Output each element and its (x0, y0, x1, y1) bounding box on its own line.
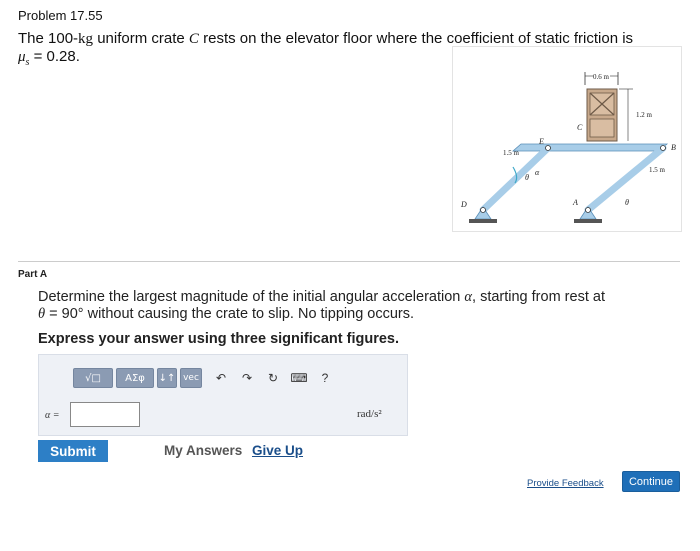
support-D (469, 206, 497, 223)
statement-text-2: uniform crate (93, 30, 189, 47)
redo-icon[interactable]: ↷ (237, 368, 257, 388)
provide-feedback-link[interactable]: Provide Feedback (527, 478, 604, 489)
label-D: D (460, 200, 467, 209)
arrows-button[interactable]: ↓↑ (157, 368, 177, 388)
label-1-2m: 1.2 m (636, 111, 653, 119)
statement-text-1: The 100- (18, 30, 79, 47)
vec-button[interactable]: vec (180, 368, 202, 388)
problem-title: Problem 17.55 (18, 8, 103, 23)
template-button[interactable]: √□ (73, 368, 113, 388)
label-A: A (572, 198, 578, 207)
help-button[interactable]: ? (315, 368, 335, 388)
answer-variable-label: α = (45, 410, 60, 421)
label-C: C (577, 123, 583, 132)
answer-panel: √□ ΑΣφ ↓↑ vec ↶ ↷ ↻ ⌨ ? α = rad/s² (38, 354, 408, 436)
elevator-floor (511, 143, 669, 152)
symbols-button[interactable]: ΑΣφ (116, 368, 154, 388)
label-theta-right: θ (625, 198, 629, 207)
statement-mu-value: = 0.28. (29, 48, 80, 65)
statement-kg: kg (78, 31, 94, 47)
continue-button[interactable]: Continue (622, 471, 680, 492)
statement-crate-symbol: C (188, 31, 199, 47)
question-text-3: = 90° without causing the crate to slip.… (45, 306, 415, 322)
part-a-label: Part A (18, 269, 48, 280)
label-0-6m: 0.6 m (593, 73, 610, 81)
statement-text-3: rests on the elevator floor where the co… (198, 30, 634, 47)
question-alpha: α (464, 289, 473, 305)
submit-button[interactable]: Submit (38, 440, 108, 462)
question-text-2: , starting from rest at (472, 289, 605, 305)
link-DE (479, 144, 552, 214)
reset-icon[interactable]: ↻ (263, 368, 283, 388)
section-divider (18, 261, 680, 262)
dimension-top: 0.6 m (584, 72, 619, 85)
answer-instruction: Express your answer using three signific… (38, 331, 399, 347)
keyboard-icon[interactable]: ⌨ (289, 368, 309, 388)
part-a-question: Determine the largest magnitude of the i… (38, 289, 648, 323)
undo-icon[interactable]: ↶ (211, 368, 231, 388)
question-text-1: Determine the largest magnitude of the i… (38, 289, 465, 305)
label-E: E (538, 137, 544, 146)
give-up-link[interactable]: Give Up (252, 443, 303, 458)
problem-figure: 0.6 m 1.2 m C 1.5 m 1.5 m E B D A θ α θ (452, 46, 682, 232)
label-B: B (671, 143, 676, 152)
label-1-5m-right: 1.5 m (649, 166, 666, 174)
elevator-linkage-diagram: 0.6 m 1.2 m C 1.5 m 1.5 m E B D A θ α θ (460, 72, 676, 223)
statement-mu-symbol: μ (18, 49, 26, 65)
math-toolbar: √□ ΑΣφ ↓↑ vec ↶ ↷ ↻ ⌨ ? (73, 367, 335, 389)
my-answers-link[interactable]: My Answers (164, 443, 242, 458)
answer-unit: rad/s² (357, 408, 382, 420)
label-alpha: α (535, 168, 540, 177)
label-theta-left: θ (525, 173, 529, 182)
support-A (574, 206, 602, 223)
crate (586, 88, 618, 142)
answer-input[interactable] (70, 402, 140, 427)
dimension-height: 1.2 m (619, 88, 653, 141)
label-1-5m-left: 1.5 m (503, 149, 520, 157)
